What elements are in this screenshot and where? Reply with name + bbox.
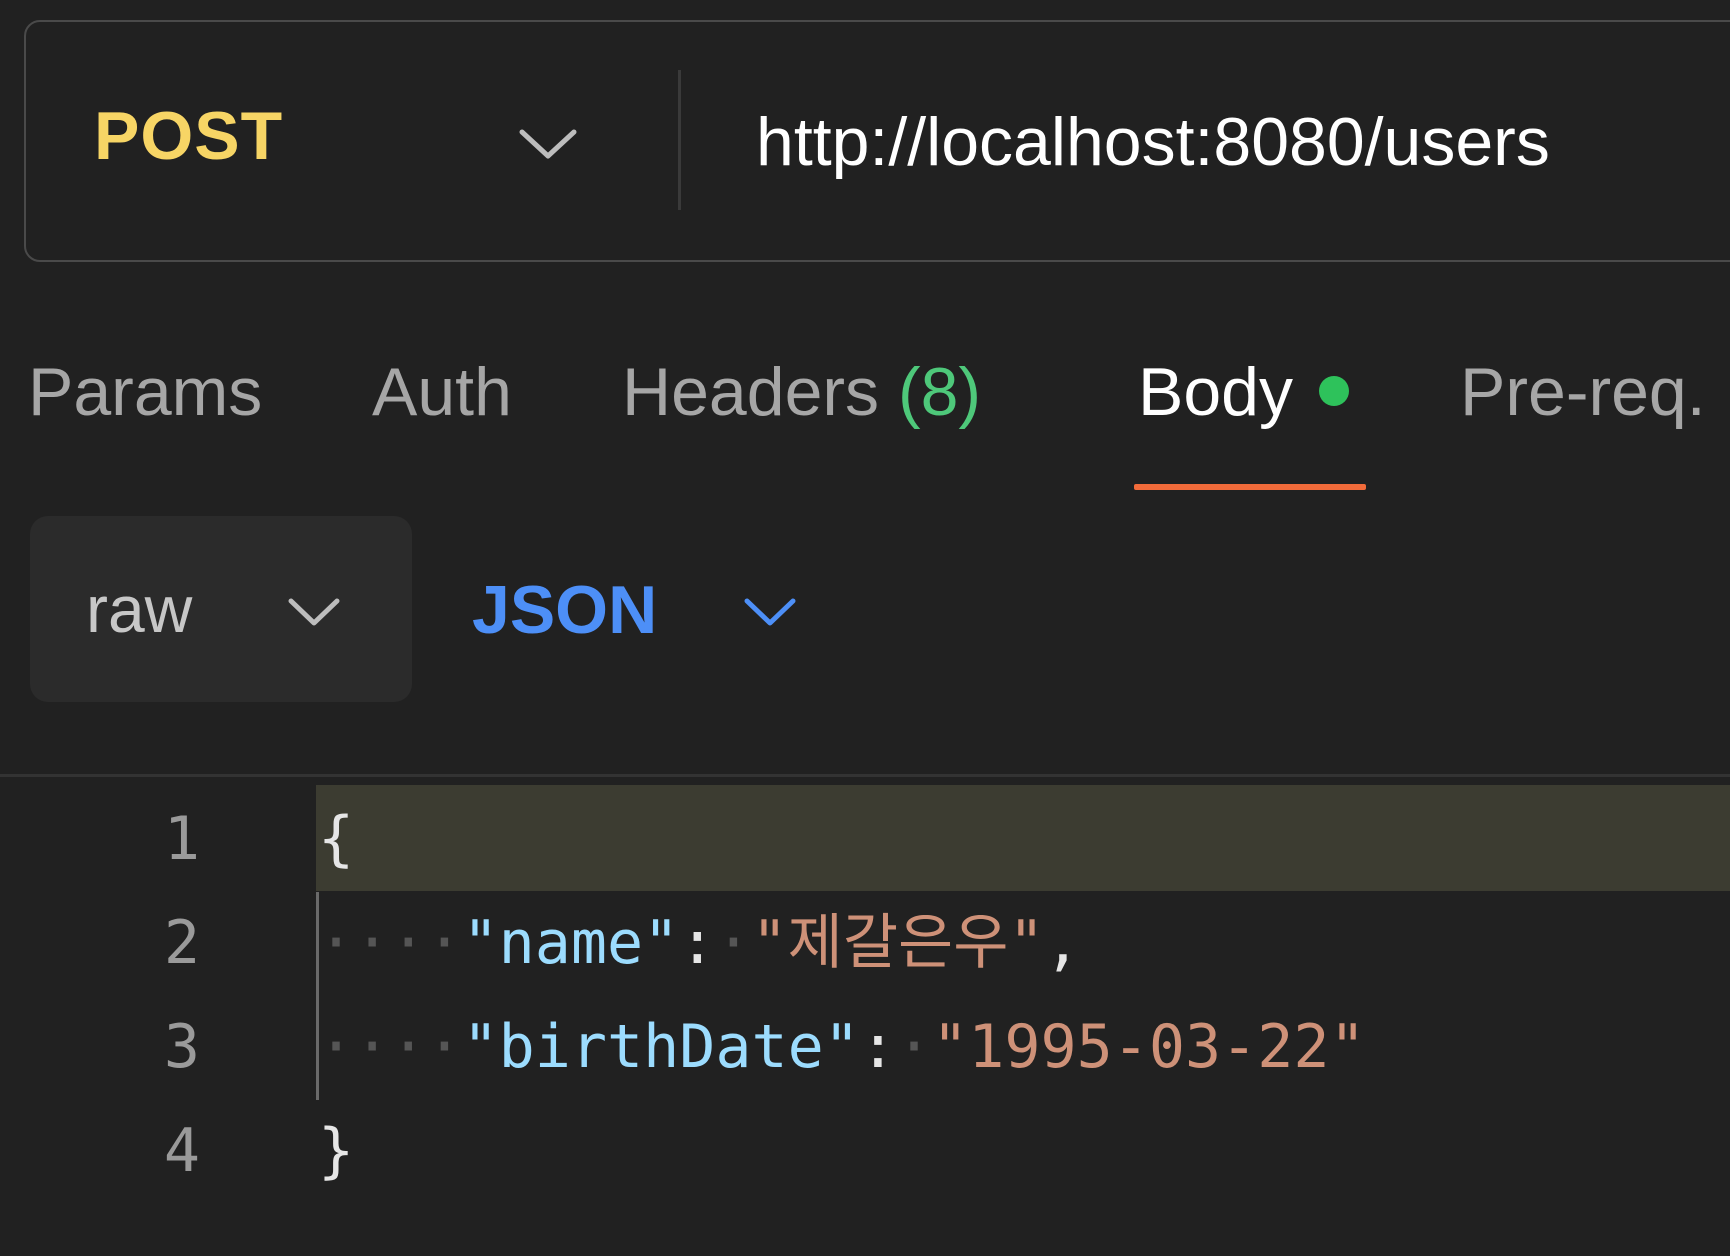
chevron-down-icon bbox=[288, 598, 340, 626]
body-mode-select[interactable]: raw bbox=[30, 516, 412, 702]
url-input[interactable] bbox=[756, 82, 1730, 202]
line-number: 3 bbox=[163, 1012, 200, 1082]
active-tab-indicator bbox=[1134, 484, 1366, 490]
json-value: "제갈은우" bbox=[751, 908, 1045, 978]
json-value: "1995-03-22" bbox=[932, 1012, 1366, 1082]
tab-label: Body bbox=[1138, 354, 1293, 430]
whitespace-marker: ···· bbox=[318, 908, 463, 978]
body-language-label: JSON bbox=[472, 572, 658, 648]
tab-label: Auth bbox=[372, 354, 512, 430]
tab-label: Params bbox=[28, 354, 263, 430]
code-line: 2 ····"name":·"제갈은우", bbox=[0, 891, 1730, 995]
tab-params[interactable]: Params bbox=[28, 358, 262, 426]
body-mode-label: raw bbox=[86, 572, 193, 646]
code-text: ····"name":·"제갈은우", bbox=[318, 891, 1081, 995]
method-label: POST bbox=[94, 98, 284, 174]
json-key: "birthDate" bbox=[462, 1012, 860, 1082]
divider bbox=[678, 70, 681, 210]
code-text: { bbox=[318, 804, 355, 874]
tab-auth[interactable]: Auth bbox=[372, 358, 512, 426]
tab-label: Pre-req. bbox=[1460, 354, 1706, 430]
json-colon: : bbox=[679, 908, 716, 978]
whitespace-marker: · bbox=[895, 1012, 933, 1082]
json-colon: : bbox=[859, 1012, 896, 1082]
code-line: 1 { bbox=[0, 787, 1730, 891]
line-number: 2 bbox=[163, 908, 200, 978]
code-text: } bbox=[318, 1116, 355, 1186]
tab-label: Headers bbox=[622, 354, 880, 430]
code-line: 3 ····"birthDate":·"1995-03-22" bbox=[0, 995, 1730, 1099]
body-language-select[interactable]: JSON bbox=[470, 516, 810, 702]
whitespace-marker: ···· bbox=[318, 1012, 463, 1082]
method-select[interactable]: POST bbox=[26, 22, 678, 260]
whitespace-marker: · bbox=[715, 908, 752, 978]
tab-headers[interactable]: Headers (8) bbox=[622, 358, 981, 426]
json-comma: , bbox=[1044, 908, 1081, 978]
chevron-down-icon bbox=[744, 598, 796, 626]
chevron-down-icon bbox=[519, 129, 577, 159]
modified-dot-icon bbox=[1319, 376, 1349, 407]
request-bar: POST bbox=[24, 20, 1730, 262]
code-line: 4 } bbox=[0, 1099, 1730, 1203]
line-number: 1 bbox=[163, 804, 200, 874]
tab-body[interactable]: Body bbox=[1138, 358, 1349, 426]
code-editor[interactable]: 1 { 2 ····"name":·"제갈은우", 3 ····"birthDa… bbox=[0, 777, 1730, 1256]
json-key: "name" bbox=[462, 908, 680, 978]
code-text: ····"birthDate":·"1995-03-22" bbox=[318, 995, 1366, 1099]
line-number: 4 bbox=[163, 1116, 200, 1186]
headers-count-badge: (8) bbox=[897, 354, 982, 430]
tab-pre-request[interactable]: Pre-req. bbox=[1460, 358, 1706, 426]
